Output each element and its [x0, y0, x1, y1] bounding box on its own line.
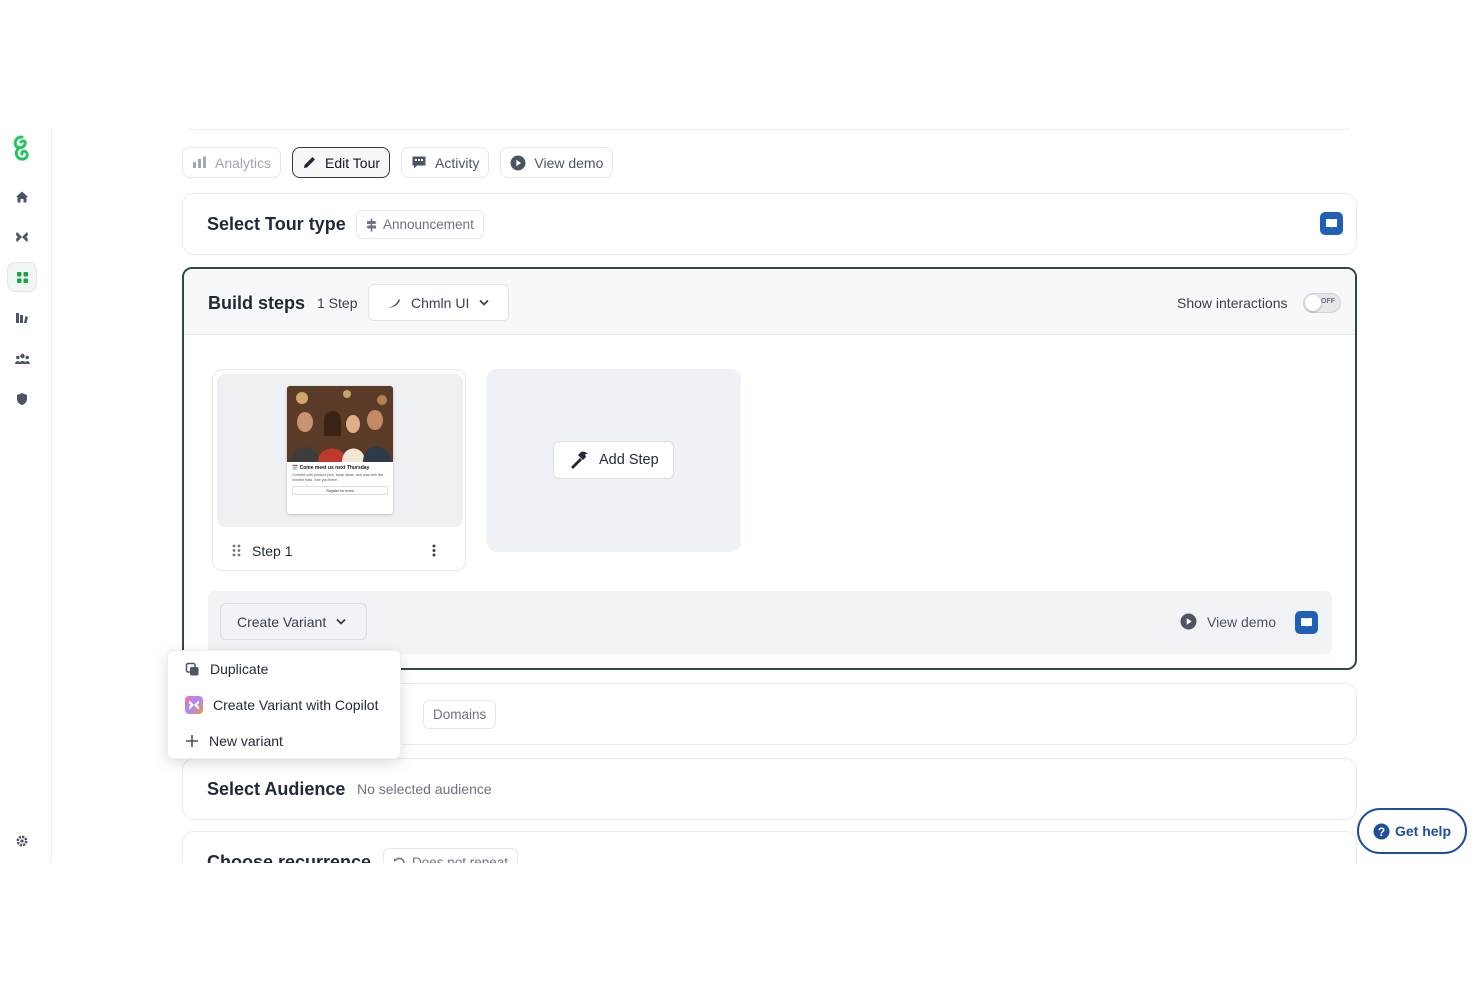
plus-icon — [186, 735, 198, 747]
build-steps-header: Build steps 1 Step Chmln UI Show interac… — [184, 269, 1355, 335]
experiences-grid-icon[interactable] — [7, 262, 37, 292]
tab-activity[interactable]: Activity — [401, 147, 490, 178]
step-label: Step 1 — [252, 543, 293, 559]
signpost-icon — [366, 218, 377, 231]
get-help-label: Get help — [1394, 823, 1451, 839]
svg-text:?: ? — [1378, 824, 1385, 838]
add-step-button[interactable]: Add Step — [553, 441, 674, 479]
users-icon[interactable] — [7, 344, 37, 374]
view-demo-label: View demo — [1207, 613, 1277, 630]
menu-item-label: Create Variant with Copilot — [213, 697, 379, 713]
menu-item-duplicate[interactable]: Duplicate — [168, 653, 400, 685]
chevron-down-icon — [479, 299, 489, 306]
chameleon-logo[interactable] — [7, 134, 37, 164]
settings-gear-icon[interactable] — [7, 826, 37, 856]
create-variant-label: Create Variant — [237, 613, 327, 630]
preview-text: Connect with product pros, swap ideas, a… — [292, 473, 385, 482]
add-step-area: Add Step — [487, 369, 741, 552]
chevron-down-icon — [336, 618, 346, 625]
tour-type-chip[interactable]: Announcement — [356, 210, 484, 239]
tab-label: View demo — [534, 154, 604, 171]
drag-handle-icon[interactable] — [232, 544, 241, 562]
recurrence-card[interactable]: Choose recurrence Does not repeat — [182, 831, 1357, 863]
build-steps-title: Build steps — [208, 293, 306, 313]
step-thumbnail: 🗓️ Come meet us next Thursday Connect wi… — [217, 374, 463, 527]
step-count: 1 Step — [317, 295, 358, 311]
butterfly-icon[interactable] — [7, 222, 37, 252]
recurrence-value: Does not repeat — [412, 855, 509, 863]
tab-view-demo[interactable]: View demo — [500, 147, 614, 178]
step-card[interactable]: 🗓️ Come meet us next Thursday Connect wi… — [212, 369, 466, 571]
menu-item-label: Duplicate — [210, 661, 269, 677]
variant-bar: Create Variant View demo — [208, 591, 1332, 654]
play-circle-icon — [1180, 613, 1197, 630]
toggle-state: OFF — [1321, 298, 1335, 305]
tour-type-title: Select Tour type — [207, 214, 346, 234]
audience-card[interactable]: Select Audience No selected audience — [182, 758, 1357, 820]
announcement-preview: 🗓️ Come meet us next Thursday Connect wi… — [287, 386, 393, 514]
menu-item-new-variant[interactable]: New variant — [168, 725, 400, 757]
tab-label: Analytics — [215, 154, 272, 171]
repeat-icon — [394, 857, 405, 863]
tab-label: Edit Tour — [325, 154, 381, 171]
preview-title: 🗓️ Come meet us next Thursday — [292, 465, 370, 471]
preview-photo — [287, 386, 393, 462]
add-step-label: Add Step — [599, 452, 659, 468]
sidebar — [0, 128, 52, 863]
play-circle-icon — [510, 155, 526, 170]
docs-book-icon[interactable] — [1320, 212, 1343, 235]
bar-chart-icon — [193, 156, 206, 168]
tour-type-value: Announcement — [383, 217, 474, 232]
ui-select-dropdown[interactable]: Chmln UI — [368, 284, 509, 321]
question-circle-icon: ? — [1373, 823, 1390, 839]
domains-value: Domains — [433, 707, 487, 722]
create-variant-dropdown[interactable]: Create Variant — [220, 603, 367, 640]
create-variant-menu: Duplicate Create Variant with Copilot Ne… — [167, 650, 401, 759]
menu-item-copilot[interactable]: Create Variant with Copilot — [168, 689, 400, 721]
chameleon-ui-icon — [386, 298, 400, 308]
tab-label: Activity — [435, 154, 480, 171]
toggle-knob — [1305, 295, 1321, 311]
shield-icon[interactable] — [7, 384, 37, 414]
recurrence-title: Choose recurrence — [207, 852, 372, 863]
audience-value: No selected audience — [357, 781, 492, 797]
app-viewport: Analytics Edit Tour Activity View demo S… — [0, 128, 1480, 863]
chat-bubble-icon — [412, 156, 426, 169]
build-steps-card: Build steps 1 Step Chmln UI Show interac… — [182, 267, 1357, 670]
domains-chip[interactable]: Domains — [423, 700, 497, 729]
show-interactions-toggle[interactable]: OFF — [1303, 293, 1341, 313]
hammer-icon — [571, 451, 588, 469]
library-icon[interactable] — [7, 303, 37, 333]
more-options-icon[interactable] — [432, 544, 436, 562]
previous-card-edge — [182, 128, 1357, 130]
home-icon[interactable] — [7, 182, 37, 212]
show-interactions-label: Show interactions — [1177, 295, 1288, 311]
copilot-icon — [185, 696, 203, 714]
tour-type-card[interactable]: Select Tour type Announcement — [182, 193, 1357, 255]
ui-select-value: Chmln UI — [411, 294, 470, 311]
view-demo-link[interactable]: View demo — [1180, 613, 1276, 630]
tour-tabs: Analytics Edit Tour Activity View demo — [182, 147, 614, 178]
tab-analytics[interactable]: Analytics — [182, 147, 282, 178]
preview-button: Register for event — [292, 486, 388, 496]
docs-book-icon[interactable] — [1295, 611, 1318, 634]
menu-item-label: New variant — [209, 733, 283, 749]
recurrence-chip[interactable]: Does not repeat — [383, 848, 519, 863]
audience-title: Select Audience — [207, 779, 346, 799]
copy-icon — [185, 662, 199, 675]
get-help-button[interactable]: ? Get help — [1357, 808, 1467, 854]
tab-edit-tour[interactable]: Edit Tour — [292, 147, 391, 178]
pencil-icon — [304, 157, 316, 168]
